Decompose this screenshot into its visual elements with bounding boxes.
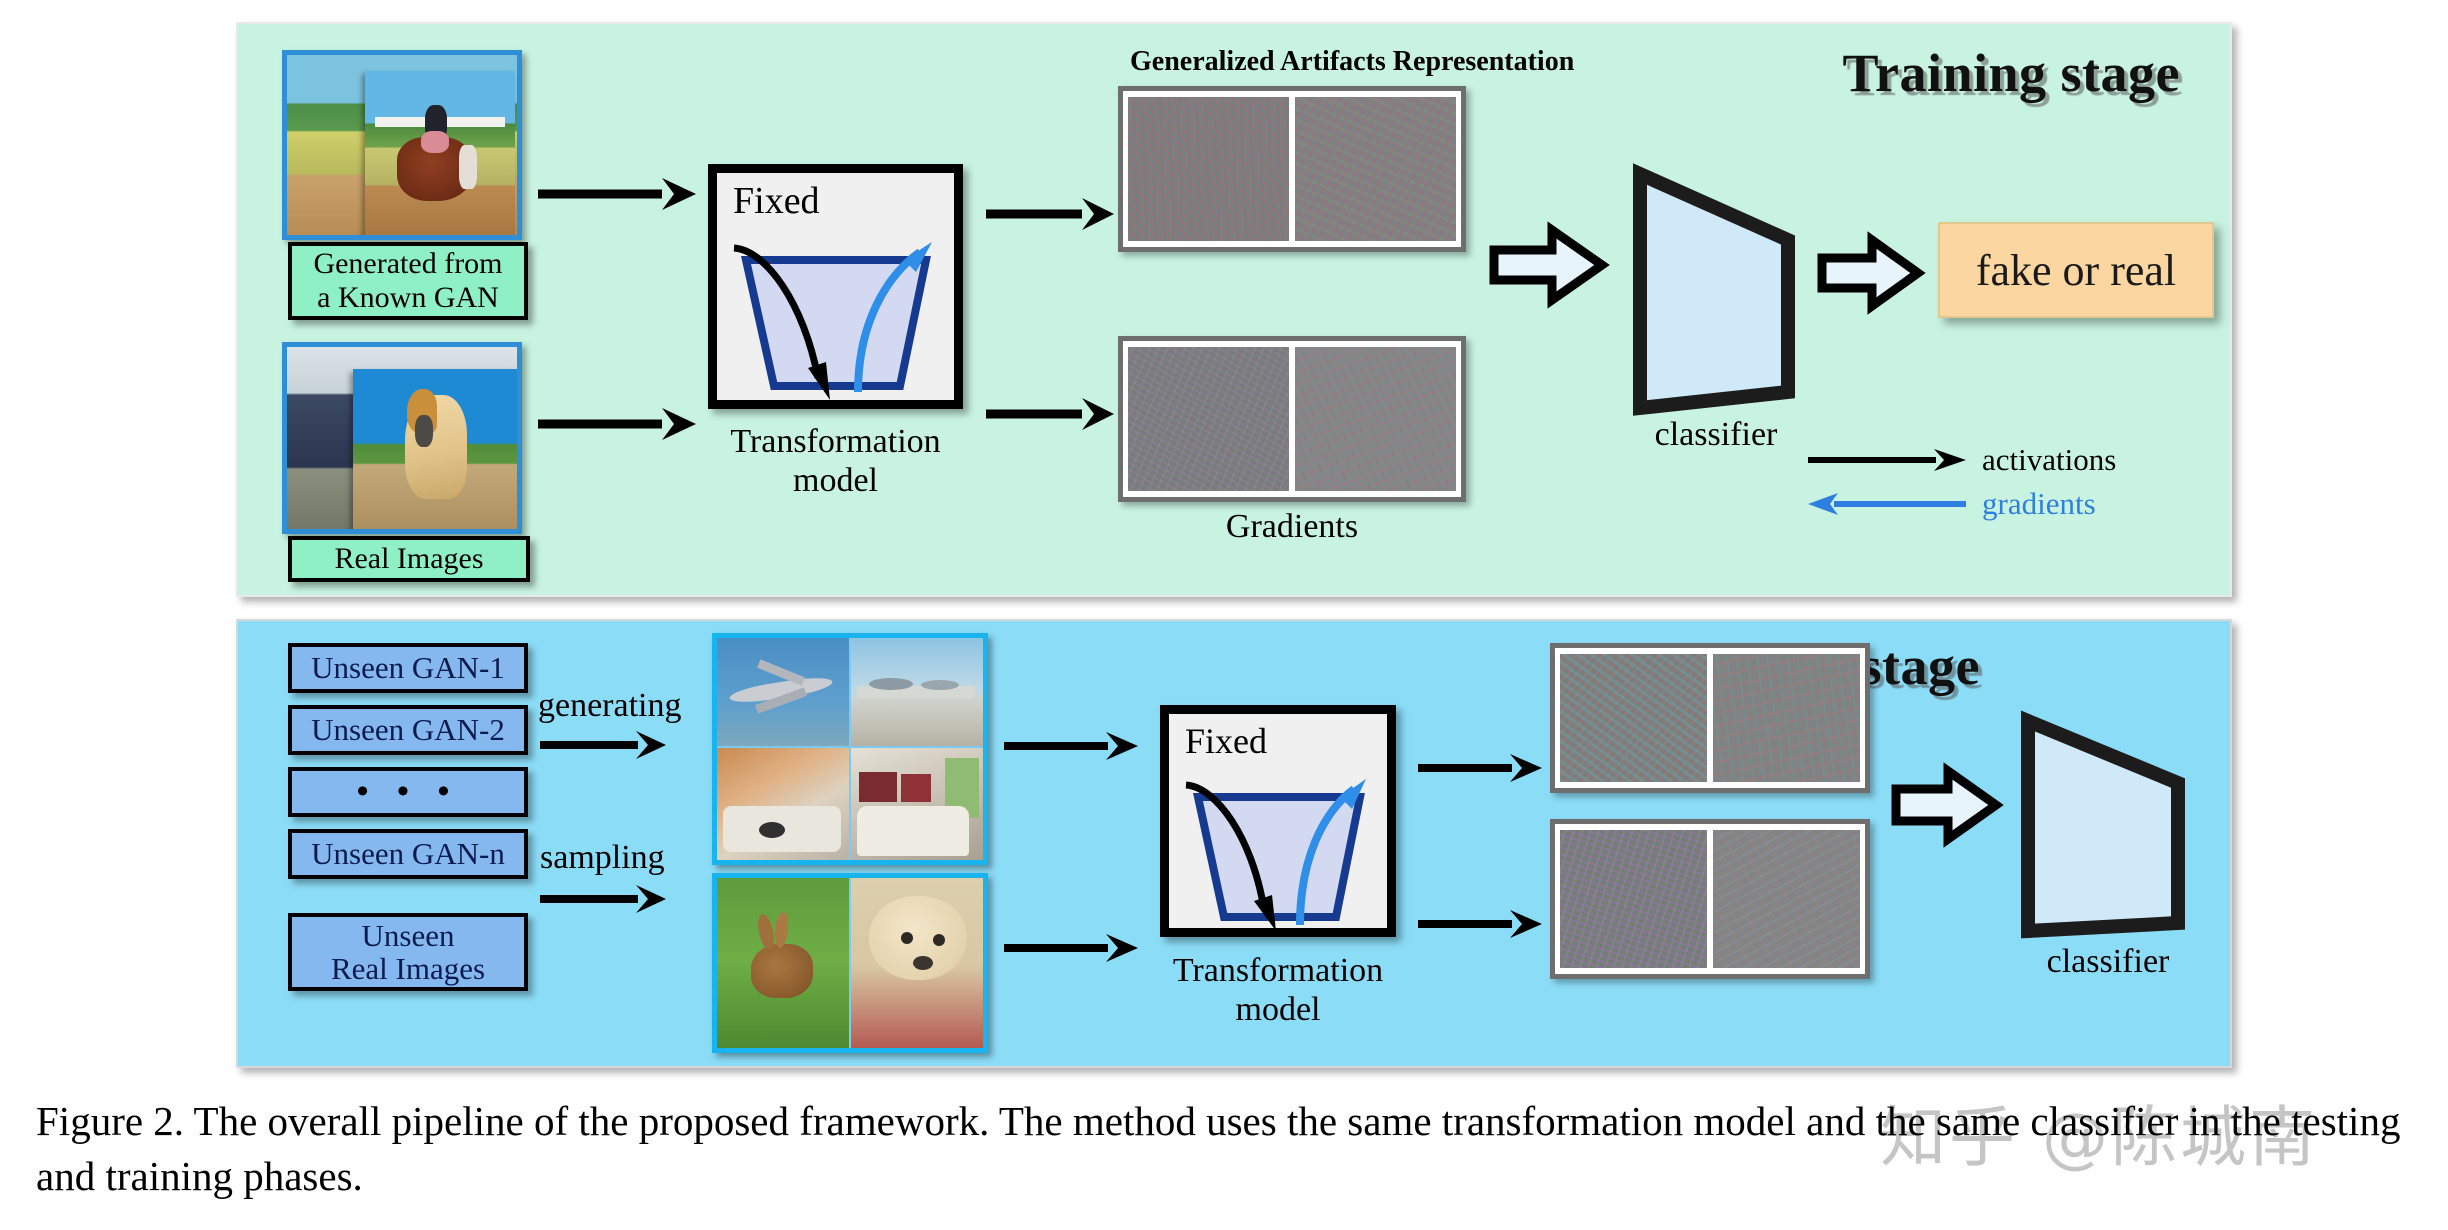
unseen-gan-2-label: Unseen GAN-2 <box>311 712 505 748</box>
sampling-flow-label: sampling <box>540 839 665 876</box>
tile-airplane <box>717 638 849 746</box>
tile-rabbit <box>717 878 849 1048</box>
test-block-arrow-to-classifier <box>1891 762 2004 848</box>
test-transformation-model-box: Fixed <box>1160 705 1396 937</box>
test-generated-images-grid <box>712 633 988 865</box>
gradients-panel <box>1118 336 1466 502</box>
training-input-generated-tag: Generated from a Known GAN <box>288 242 528 320</box>
arrow-model-to-artifacts <box>986 198 1114 230</box>
legend-activations: activations <box>1808 442 2116 478</box>
training-classifier-shape <box>1633 163 1795 416</box>
gradients-caption: Gradients <box>1225 508 1359 545</box>
result-fake-or-real-label: fake or real <box>1975 245 2177 295</box>
arrow-real-grid-to-model <box>1004 934 1138 962</box>
test-classifier-label: classifier <box>2046 943 2170 980</box>
artifacts-representation-panel <box>1118 86 1466 252</box>
training-input-generated-tag-label: Generated from a Known GAN <box>313 247 503 314</box>
unseen-gan-n-label: Unseen GAN-n <box>311 836 505 872</box>
training-stage-panel: Training stage Generated from a Known GA… <box>236 22 2232 597</box>
training-classifier-label: classifier <box>1654 416 1778 453</box>
test-real-images-grid <box>712 873 988 1053</box>
gradient-tile <box>1295 347 1456 491</box>
artifacts-representation-heading: Generalized Artifacts Representation <box>1130 46 1575 77</box>
arrow-generated-grid-to-model <box>1004 732 1138 760</box>
tile-poodle-dog <box>851 878 983 1048</box>
block-arrow-to-classifier <box>1489 221 1610 309</box>
test-artifact-tile <box>1713 654 1860 782</box>
unseen-gan-n-box: Unseen GAN-n <box>288 829 528 879</box>
unseen-real-images-box: Unseen Real Images <box>288 913 528 991</box>
right-black-arrow-icon <box>1808 449 1966 471</box>
arrow-sampling <box>540 885 666 913</box>
legend-gradients-label: gradients <box>1982 486 2096 521</box>
tile-airport-runway <box>851 638 983 746</box>
artifact-tile <box>1128 97 1289 241</box>
training-stage-title: Training stage <box>1842 43 2180 103</box>
training-input-real-tag: Real Images <box>288 536 530 582</box>
training-input-real-tag-label: Real Images <box>334 542 484 576</box>
unseen-gan-1-box: Unseen GAN-1 <box>288 643 528 693</box>
transformation-trapezoid-diagram <box>733 242 932 400</box>
figure-caption: Figure 2. The overall pipeline of the pr… <box>36 1098 2401 1199</box>
generating-flow-label: generating <box>538 687 682 724</box>
test-gradient-tile <box>1713 830 1860 968</box>
unseen-gan-1-label: Unseen GAN-1 <box>311 650 505 686</box>
test-gradients-panel <box>1550 819 1870 979</box>
arrow-generating <box>540 731 666 759</box>
test-artifact-tile <box>1560 654 1707 782</box>
training-input-generated-thumbnail <box>282 50 522 240</box>
gradient-tile <box>1128 347 1289 491</box>
test-arrow-model-to-artifacts <box>1418 754 1542 782</box>
test-stage-panel: Test stage Unseen GAN-1 Unseen GAN-2 • •… <box>236 619 2232 1068</box>
training-transformation-caption: Transformation model <box>730 423 941 500</box>
figure-2-pipeline: Training stage Generated from a Known GA… <box>236 22 2232 1068</box>
unseen-real-images-label: Unseen Real Images <box>330 917 486 986</box>
training-transformation-model-box: Fixed <box>708 164 963 409</box>
arrow-real-to-model <box>538 408 696 440</box>
unseen-gan-2-box: Unseen GAN-2 <box>288 705 528 755</box>
training-input-real-thumbnail <box>282 342 522 534</box>
test-classifier-shape <box>2021 710 2185 939</box>
left-blue-arrow-icon <box>1808 493 1966 515</box>
tile-bedroom-b <box>851 748 983 860</box>
legend-activations-label: activations <box>1982 442 2117 477</box>
arrow-generated-to-model <box>538 178 696 210</box>
unseen-gan-ellipsis-label: • • • <box>356 772 460 810</box>
legend-gradients: gradients <box>1808 486 2096 522</box>
artifact-tile <box>1295 97 1456 241</box>
test-arrow-model-to-gradients <box>1418 910 1542 938</box>
test-transformation-caption: Transformation model <box>1172 952 1384 1029</box>
block-arrow-to-result <box>1817 231 1926 315</box>
test-artifacts-panel <box>1550 643 1870 793</box>
test-gradient-tile <box>1560 830 1707 968</box>
test-transformation-trapezoid-diagram <box>1185 779 1366 931</box>
result-fake-or-real-box: fake or real <box>1938 222 2214 318</box>
tile-bedroom-a <box>717 748 849 860</box>
unseen-gan-ellipsis-box: • • • <box>288 767 528 817</box>
arrow-model-to-gradients <box>986 398 1114 430</box>
